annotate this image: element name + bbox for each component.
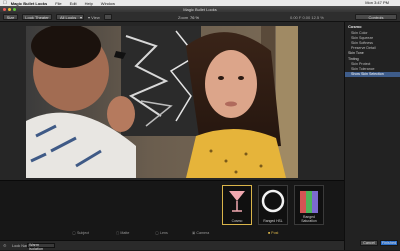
preview-image bbox=[26, 26, 298, 178]
finished-button[interactable]: Finished bbox=[380, 240, 398, 246]
looks-dropdown[interactable]: All Looks ▾ bbox=[56, 14, 84, 20]
tool-thumb-label: Cosmo bbox=[231, 219, 243, 223]
inspector-item-show-skin-selection[interactable]: Show Skin Selection bbox=[345, 71, 400, 77]
post-icon: ■ bbox=[268, 231, 271, 235]
look-theater-button[interactable]: Look Theater bbox=[22, 14, 52, 20]
view-menu[interactable]: ▾ View bbox=[88, 15, 100, 20]
status-bar: ⚙ Look Name: Warm Isolation bbox=[0, 240, 344, 250]
tray-category-label: Matte bbox=[120, 231, 130, 235]
tray-category-label: Subject bbox=[77, 231, 90, 235]
looks-dropdown-value: All Looks bbox=[60, 15, 77, 20]
tray-category-subject[interactable]: ◯Subject bbox=[72, 231, 89, 235]
menu-help[interactable]: Help bbox=[85, 1, 93, 6]
tray-category-label: Post bbox=[271, 231, 279, 235]
zoom-value[interactable]: 76 % bbox=[190, 15, 199, 20]
toolbar-readout: 0.00 F 0.00 12.5 % bbox=[290, 15, 324, 20]
camera-icon: ▣ bbox=[192, 231, 196, 235]
settings-icon[interactable]: ⚙ bbox=[3, 243, 7, 248]
toolbar: Size Look Theater All Looks ▾ ▾ View Zoo… bbox=[0, 12, 400, 22]
view-label: View bbox=[91, 15, 100, 20]
size-button[interactable]: Size bbox=[3, 14, 18, 20]
inspector-panel: Cosmo Skin Color Skin Squeeze Skin Softn… bbox=[344, 22, 400, 250]
cancel-button[interactable]: Cancel bbox=[360, 240, 378, 246]
tool-thumb-cosmo[interactable]: Cosmo bbox=[222, 185, 252, 225]
menu-app-name[interactable]: Magic Bullet Looks bbox=[11, 1, 47, 6]
tool-thumb-ranged-hsl[interactable]: Ranged HSL bbox=[258, 185, 288, 225]
tool-thumb-ranged-saturation[interactable]: Ranged Saturation bbox=[294, 185, 324, 225]
controls-button[interactable]: Controls bbox=[355, 14, 397, 20]
inspector-heading: Cosmo bbox=[348, 24, 362, 29]
tray-category-post[interactable]: ■Post bbox=[268, 231, 278, 235]
menu-file[interactable]: File bbox=[55, 1, 61, 6]
menu-window[interactable]: Window bbox=[101, 1, 115, 6]
zoom-label: Zoom bbox=[178, 15, 189, 20]
tray-category-camera[interactable]: ▣Camera bbox=[192, 231, 209, 235]
tool-thumb-label: Ranged Saturation bbox=[301, 215, 317, 223]
menu-clock: Mon 3:47 PM bbox=[365, 0, 389, 5]
chevron-down-icon: ▾ bbox=[79, 15, 82, 20]
subject-icon: ◯ bbox=[72, 231, 77, 235]
martini-glass-icon bbox=[229, 191, 245, 212]
matte-icon: ▢ bbox=[116, 231, 120, 235]
tray-category-lens[interactable]: ◯Lens bbox=[155, 231, 168, 235]
tool-thumb-label: Ranged HSL bbox=[263, 219, 283, 223]
look-name-field[interactable]: Warm Isolation bbox=[27, 243, 55, 250]
tray-category-label: Camera bbox=[196, 231, 210, 235]
lens-icon: ◯ bbox=[155, 231, 160, 235]
tray-category-matte[interactable]: ▢Matte bbox=[116, 231, 129, 235]
hsl-ring-icon bbox=[261, 189, 285, 213]
preview-frame[interactable] bbox=[26, 26, 298, 178]
view-toggle-button[interactable] bbox=[104, 14, 112, 20]
view-dropdown-icon: ▾ bbox=[88, 15, 91, 20]
look-tray: Cosmo Ranged HSL Ranged Saturation ◯Subj… bbox=[0, 180, 344, 240]
saturation-bars-icon bbox=[300, 191, 318, 213]
tray-category-label: Lens bbox=[160, 231, 168, 235]
menu-edit[interactable]: Edit bbox=[70, 1, 77, 6]
